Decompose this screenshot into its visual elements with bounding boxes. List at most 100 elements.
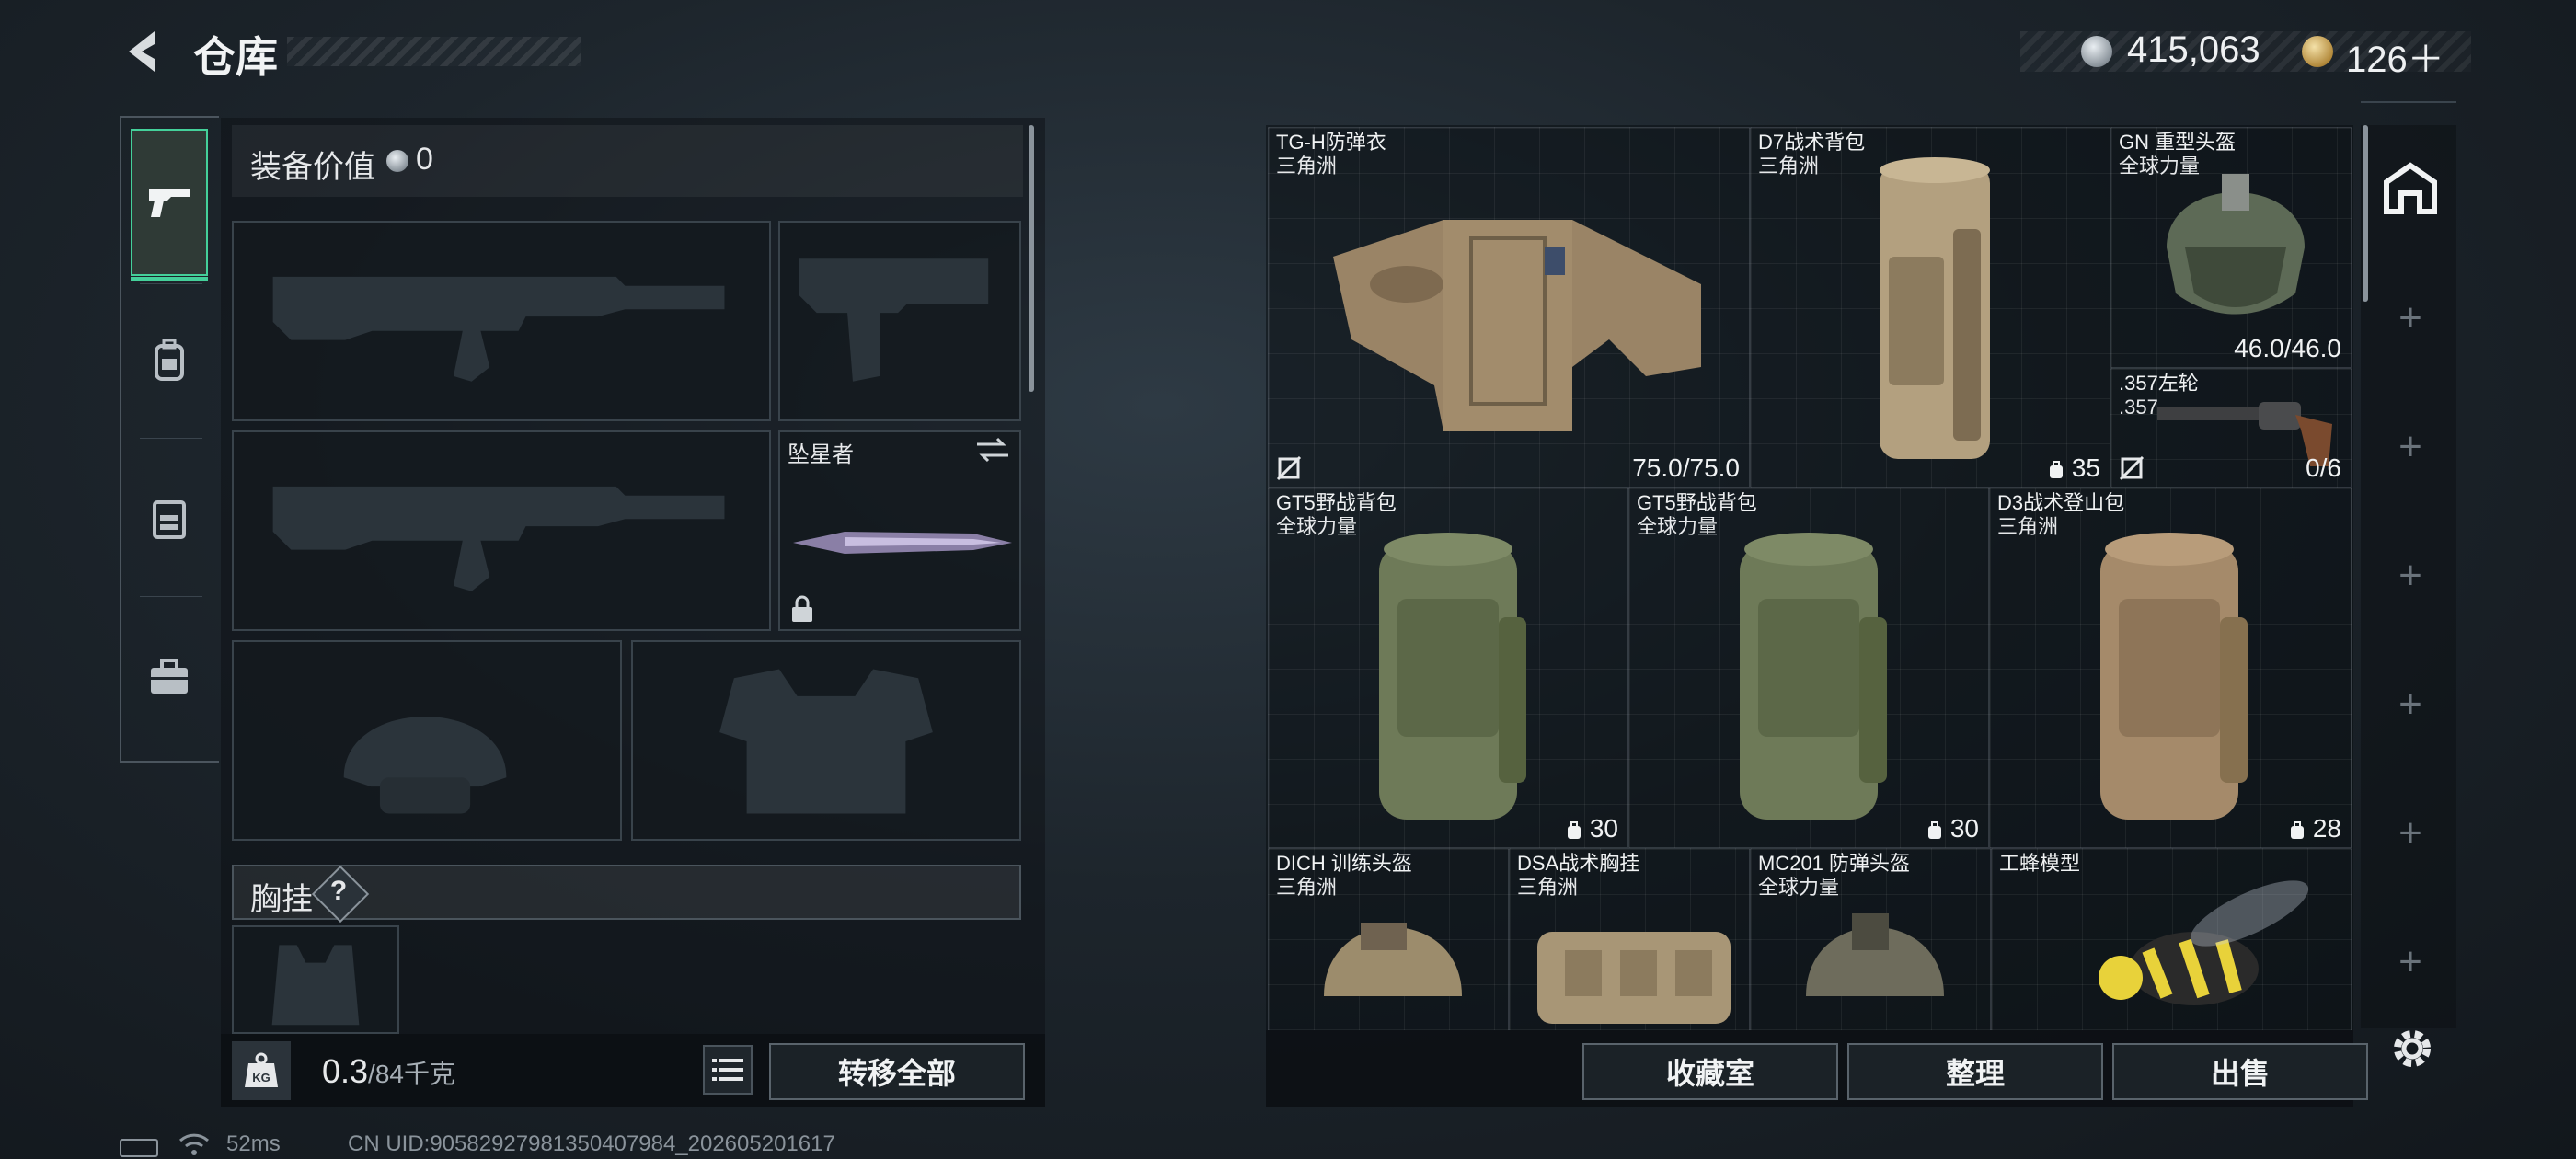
inventory-item[interactable]: GN 重型头盔 全球力量 46.0/46.0 [2110,127,2352,368]
list-icon [712,1059,743,1081]
item-capacity: 28 [2287,814,2341,843]
pistol-icon [149,189,190,217]
title-decoration [287,37,581,66]
bee-drone-model-icon [2099,880,2309,1005]
knife-icon [793,532,1012,554]
helmet-slot[interactable] [232,640,622,841]
melee-slot[interactable]: 坠星者 [778,430,1021,631]
item-region: 全球力量 [1637,515,1719,538]
armor-silhouette-icon [719,669,933,814]
item-durability: 75.0/75.0 [1632,453,1740,482]
tab-rail-top [120,116,219,118]
storage-tabs-scrollbar[interactable] [2363,125,2368,302]
settings-gear-icon[interactable] [2386,1023,2438,1074]
add-storage-icon[interactable]: + [2392,684,2429,725]
silver-currency-amount: 415,063 [2127,29,2260,70]
inventory-item[interactable]: D7战术背包 三角洲 35 [1750,127,2110,488]
inventory-item[interactable]: TG-H防弹衣 三角洲 75.0/75.0 [1268,127,1750,488]
capacity-icon [2290,820,2304,839]
item-region: 三角洲 [1276,155,1338,178]
capacity-icon [2049,460,2063,478]
rig-silhouette-icon [271,945,360,1026]
toolbox-icon [151,659,188,694]
field-backpack-icon [1740,533,1887,820]
item-name: GT5野战背包 [1637,491,1757,514]
inventory-item[interactable]: D3战术登山包 三角洲 28 [1989,488,2352,848]
tab-rail-bottom [120,761,219,763]
mountain-backpack-icon [2100,533,2248,820]
tab-weapons[interactable] [131,129,208,281]
item-region: 三角洲 [1758,155,1820,178]
add-storage-icon[interactable]: + [2392,942,2429,982]
add-storage-icon[interactable]: + [2392,813,2429,854]
tab-separator [140,283,202,284]
lock-icon [792,595,812,622]
inventory-grid: TG-H防弹衣 三角洲 75.0/75.0 D7战术背包 三角洲 35 GN 重… [1266,125,2353,1030]
item-name: DSA战术胸挂 [1517,852,1640,875]
inventory-item[interactable]: 工蜂模型 [1991,848,2352,1030]
heavy-helmet-icon [2167,174,2305,315]
inventory-item[interactable]: GT5野战背包 全球力量 30 [1268,488,1628,848]
sort-button[interactable]: 整理 [1847,1043,2103,1100]
side-column-top-line [2361,101,2456,103]
item-ammo: 0/6 [2306,453,2341,482]
inventory-item[interactable]: .357左轮 .357 0/6 [2110,368,2352,488]
silver-coin-icon [2081,36,2112,67]
inventory-item[interactable]: DSA战术胸挂 三角洲 [1509,848,1750,1030]
item-capacity: 35 [2046,453,2100,483]
sidearm-slot[interactable] [778,221,1021,421]
helmet-silhouette-icon [343,716,507,814]
item-region: 三角洲 [1997,515,2059,538]
tab-gear[interactable] [131,287,208,434]
pistol-silhouette-icon [799,258,989,382]
item-name: TG-H防弹衣 [1276,131,1386,154]
back-arrow-icon[interactable] [118,26,169,77]
sell-button[interactable]: 出售 [2112,1043,2368,1100]
primary-weapon-slot[interactable] [232,221,771,421]
list-view-button[interactable] [703,1045,753,1095]
vest-icon [153,500,186,539]
field-backpack-icon [1379,533,1526,820]
chest-rig-slot[interactable] [232,925,399,1034]
melee-name: 坠星者 [788,442,854,467]
add-storage-icon[interactable]: + [2392,556,2429,596]
item-name: GT5野战背包 [1276,491,1397,514]
swap-icon[interactable] [975,436,1010,464]
rifle-silhouette-icon [272,276,725,382]
loadout-scrollbar[interactable] [1029,125,1034,392]
collection-room-button[interactable]: 收藏室 [1582,1043,1838,1100]
body-armor-icon [1333,220,1701,431]
item-capacity: 30 [1564,814,1618,843]
inventory-item[interactable]: DICH 训练头盔 三角洲 [1268,848,1509,1030]
inventory-item[interactable]: MC201 防弹头盔 全球力量 [1750,848,1991,1030]
wifi-icon [178,1133,210,1155]
item-name: MC201 防弹头盔 [1758,852,1911,875]
item-region: 三角洲 [1517,876,1579,899]
add-storage-icon[interactable]: + [2392,427,2429,467]
help-icon-glyph: ? [329,876,348,906]
transfer-all-button[interactable]: 转移全部 [769,1043,1025,1100]
capacity-icon [1927,820,1941,839]
warehouse-icon[interactable] [2381,158,2440,217]
add-storage-icon[interactable]: + [2392,298,2429,339]
armor-slot[interactable] [631,640,1021,841]
item-name: DICH 训练头盔 [1276,852,1412,875]
secondary-weapon-slot[interactable] [232,430,771,631]
carry-weight-value: 0.3 [322,1052,369,1090]
gold-currency-amount[interactable]: 126＋ [2346,29,2444,83]
tab-case[interactable] [131,603,208,751]
backpack-icon [155,339,184,381]
page-title: 仓库 [193,33,278,81]
inventory-item[interactable]: GT5野战背包 全球力量 30 [1628,488,1989,848]
chest-rig-icon [1537,932,1731,1024]
item-durability: 46.0/46.0 [2234,334,2341,362]
chest-rig-label: 胸挂 [250,882,313,917]
equip-value-label: 装备价值 [250,150,375,185]
ballistic-helmet-icon [1806,913,1944,996]
weight-icon: KG [232,1041,291,1100]
tab-rail-left [120,116,121,763]
battery-icon [120,1139,158,1157]
item-capacity-value: 35 [2071,453,2100,482]
gold-coin-icon [2302,36,2333,67]
tab-rig[interactable] [131,445,208,592]
